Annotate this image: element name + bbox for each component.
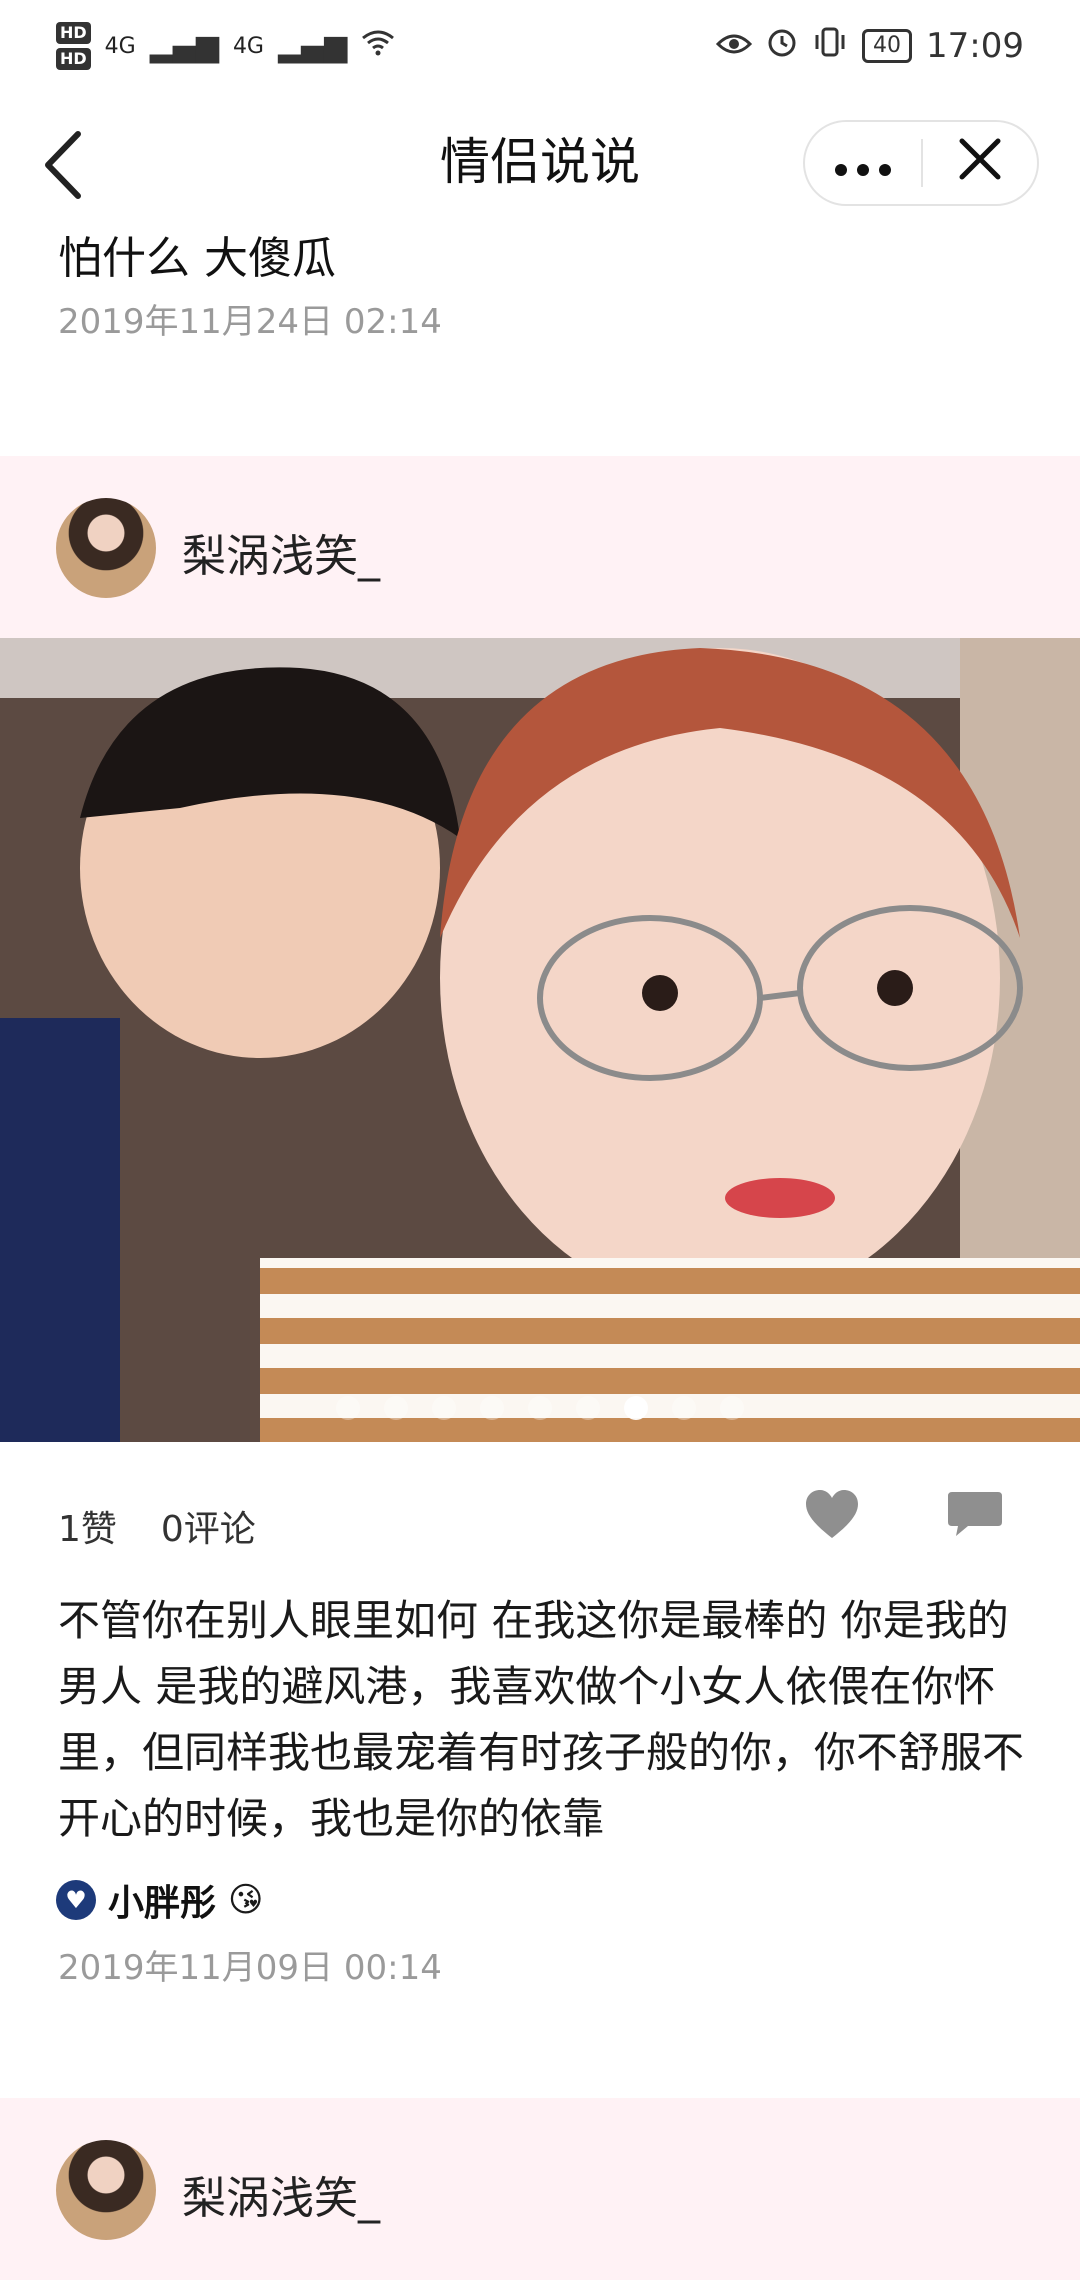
avatar[interactable] xyxy=(56,2140,156,2240)
signal-bars-icon: ▂▄▆ xyxy=(277,28,348,64)
hd-badge-1: HD xyxy=(56,22,91,44)
post-stats: 1赞 0评论 xyxy=(58,1500,256,1552)
like-button[interactable] xyxy=(804,1488,860,1542)
comments-count: 0评论 xyxy=(160,1509,256,1550)
next-post-author[interactable]: 梨涡浅笑_ xyxy=(182,2162,380,2226)
carousel-dot[interactable] xyxy=(384,1396,408,1420)
battery-indicator: 40 xyxy=(862,29,913,63)
liker-row: ♥ 小胖彤 😘 xyxy=(56,1874,263,1926)
next-post-header[interactable]: 梨涡浅笑_ xyxy=(0,2098,1080,2280)
hd-badge-2: HD xyxy=(56,48,91,70)
post-header[interactable]: 梨涡浅笑_ xyxy=(0,456,1080,638)
comment-bubble-icon xyxy=(948,1492,1002,1536)
status-right: 40 17:09 xyxy=(715,26,1024,66)
clock: 17:09 xyxy=(926,26,1024,66)
signal-1-label: 4G xyxy=(104,33,136,59)
status-left: HD HD 4G ▂▄▆ 4G ▂▄▆ xyxy=(56,22,395,70)
heart-badge-icon: ♥ xyxy=(56,1880,96,1920)
close-icon xyxy=(959,138,1001,180)
wifi-icon xyxy=(361,28,395,64)
post-time: 2019年11月09日 00:14 xyxy=(58,1948,442,1988)
close-button[interactable] xyxy=(923,136,1037,190)
carousel-dot[interactable] xyxy=(480,1396,504,1420)
post-photo xyxy=(0,638,1080,1442)
carousel-dot[interactable] xyxy=(432,1396,456,1420)
heart-icon xyxy=(806,1490,858,1538)
carousel-dot[interactable] xyxy=(720,1396,744,1420)
hd-badges: HD HD xyxy=(56,22,91,70)
carousel-dot[interactable] xyxy=(672,1396,696,1420)
nav-bar: 情侣说说 xyxy=(0,108,1080,216)
liker-name[interactable]: 小胖彤 xyxy=(108,1874,216,1926)
carousel-indicator xyxy=(0,1396,1080,1420)
mini-program-capsule xyxy=(803,120,1039,206)
previous-post-time: 2019年11月24日 02:14 xyxy=(58,302,442,342)
post-photo-carousel[interactable] xyxy=(0,638,1080,1442)
more-button[interactable] xyxy=(805,143,921,183)
signal-bars-icon: ▂▄▆ xyxy=(149,28,219,64)
carousel-dot[interactable] xyxy=(336,1396,360,1420)
avatar[interactable] xyxy=(56,498,156,598)
previous-post-text: 怕什么 大傻瓜 xyxy=(58,233,336,284)
alarm-icon xyxy=(766,26,798,66)
eye-icon xyxy=(715,29,753,64)
signal-2-label: 4G xyxy=(232,33,264,59)
post-author[interactable]: 梨涡浅笑_ xyxy=(182,520,380,584)
carousel-dot-active[interactable] xyxy=(624,1396,648,1420)
carousel-dot[interactable] xyxy=(576,1396,600,1420)
post-text: 不管你在别人眼里如何 在我这你是最棒的 你是我的男人 是我的避风港，我喜欢做个小… xyxy=(58,1596,1025,1843)
vibrate-icon xyxy=(812,26,848,66)
carousel-dot[interactable] xyxy=(528,1396,552,1420)
comment-button[interactable] xyxy=(946,1490,1004,1540)
kiss-emoji-icon: 😘 xyxy=(228,1880,264,1920)
more-dots-icon xyxy=(835,164,891,176)
status-bar: HD HD 4G ▂▄▆ 4G ▂▄▆ 40 17:09 xyxy=(0,0,1080,92)
likes-count: 1赞 xyxy=(58,1509,117,1550)
